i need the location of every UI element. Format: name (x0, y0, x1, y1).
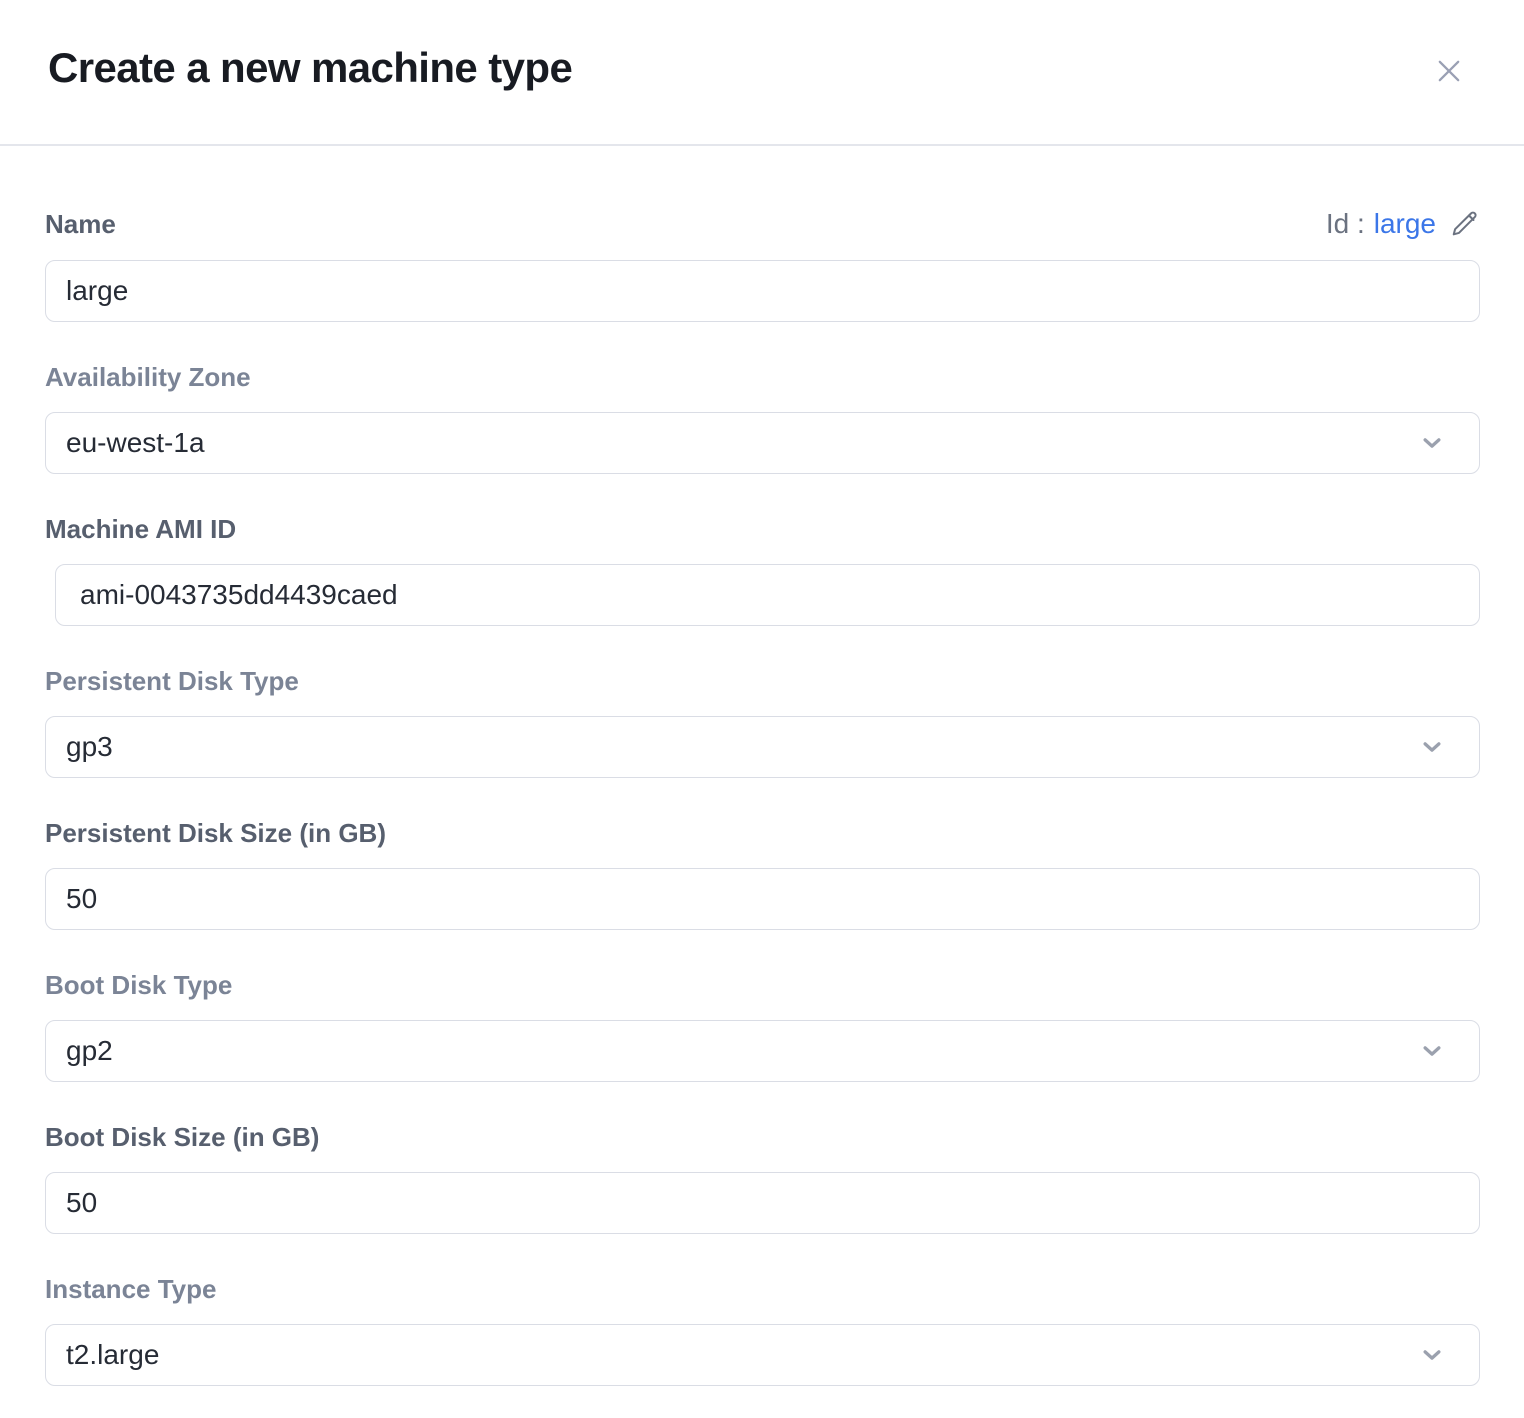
modal-body: Name Id : large Availability Zone (0, 146, 1524, 1418)
field-machine-ami-id: Machine AMI ID (45, 514, 1480, 626)
machine-ami-id-label: Machine AMI ID (45, 514, 1480, 544)
instance-type-select[interactable]: t2.large (45, 1324, 1480, 1386)
boot-disk-type-select[interactable]: gp2 (45, 1020, 1480, 1082)
close-button[interactable] (1432, 54, 1466, 88)
field-name: Name Id : large (45, 208, 1480, 322)
name-label: Name (45, 209, 116, 239)
field-availability-zone: Availability Zone eu-west-1a (45, 362, 1480, 474)
persistent-disk-size-label: Persistent Disk Size (in GB) (45, 818, 1480, 848)
close-icon (1432, 54, 1466, 88)
field-persistent-disk-size: Persistent Disk Size (in GB) (45, 818, 1480, 930)
persistent-disk-type-label: Persistent Disk Type (45, 666, 1480, 696)
create-machine-type-modal: Create a new machine type Name Id : larg… (0, 0, 1524, 1418)
availability-zone-value: eu-west-1a (66, 427, 205, 459)
id-badge: Id : large (1326, 208, 1480, 240)
machine-ami-id-input[interactable] (55, 564, 1480, 626)
field-boot-disk-size: Boot Disk Size (in GB) (45, 1122, 1480, 1234)
persistent-disk-size-input[interactable] (45, 868, 1480, 930)
name-input[interactable] (45, 260, 1480, 322)
field-instance-type: Instance Type t2.large (45, 1274, 1480, 1386)
field-boot-disk-type: Boot Disk Type gp2 (45, 970, 1480, 1082)
name-label-row: Name Id : large (45, 208, 1480, 240)
boot-disk-type-value: gp2 (66, 1035, 113, 1067)
chevron-down-icon (1417, 428, 1447, 458)
availability-zone-label: Availability Zone (45, 362, 1480, 392)
instance-type-value: t2.large (66, 1339, 159, 1371)
modal-title: Create a new machine type (48, 42, 572, 95)
modal-header: Create a new machine type (0, 0, 1524, 146)
boot-disk-type-label: Boot Disk Type (45, 970, 1480, 1000)
instance-type-label: Instance Type (45, 1274, 1480, 1304)
availability-zone-select[interactable]: eu-west-1a (45, 412, 1480, 474)
persistent-disk-type-select[interactable]: gp3 (45, 716, 1480, 778)
boot-disk-size-input[interactable] (45, 1172, 1480, 1234)
chevron-down-icon (1417, 732, 1447, 762)
boot-disk-size-label: Boot Disk Size (in GB) (45, 1122, 1480, 1152)
persistent-disk-type-value: gp3 (66, 731, 113, 763)
id-prefix: Id : (1326, 208, 1365, 240)
id-value: large (1374, 208, 1436, 240)
chevron-down-icon (1417, 1036, 1447, 1066)
pencil-icon (1450, 209, 1480, 239)
field-persistent-disk-type: Persistent Disk Type gp3 (45, 666, 1480, 778)
edit-id-button[interactable] (1450, 209, 1480, 239)
chevron-down-icon (1417, 1340, 1447, 1370)
